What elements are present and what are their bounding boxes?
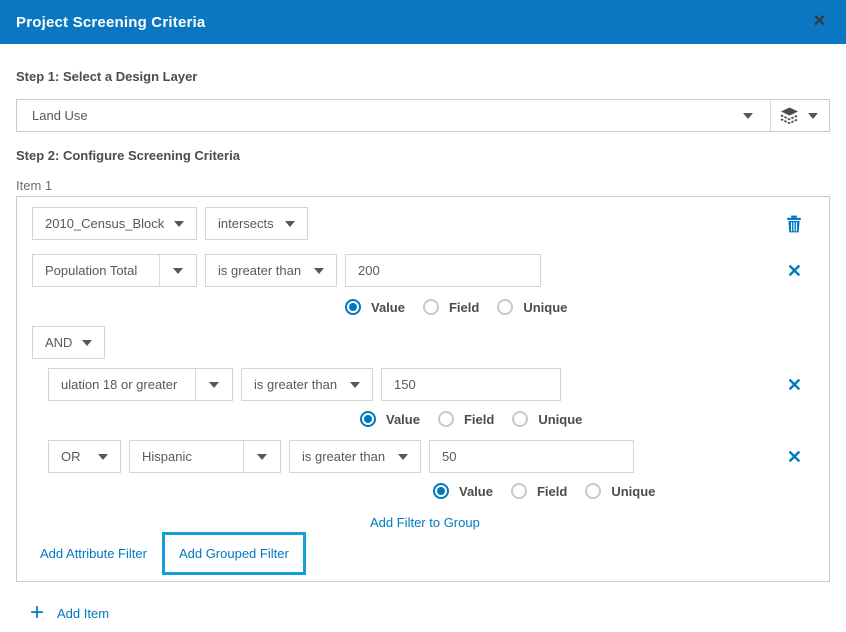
item1-panel: 2010_Census_Blocks intersects [16, 196, 830, 582]
radio-selected-icon [433, 483, 449, 499]
design-layer-select[interactable]: Land Use [16, 99, 830, 132]
radio-value[interactable]: Value [360, 411, 420, 427]
add-grouped-filter-link[interactable]: Add Grouped Filter [179, 546, 289, 561]
radio-field[interactable]: Field [511, 483, 567, 499]
remove-filter3-button[interactable]: ✕ [787, 448, 802, 466]
step1-label: Step 1: Select a Design Layer [16, 70, 830, 84]
filter-actions-row: Add Attribute Filter Add Grouped Filter [32, 530, 814, 577]
filter3-value-input[interactable] [429, 440, 634, 473]
chevron-down-icon [350, 382, 360, 388]
radio-value[interactable]: Value [433, 483, 493, 499]
project-screening-dialog: Project Screening Criteria ✕ Step 1: Sel… [0, 0, 846, 622]
logic2-dropdown[interactable]: OR [48, 440, 121, 473]
close-icon: ✕ [787, 376, 802, 394]
filter1-row: Population Total is greater than ✕ [32, 254, 814, 287]
chevron-down-icon [174, 221, 184, 227]
radio-unique[interactable]: Unique [512, 411, 582, 427]
layer-dropdown-value: 2010_Census_Blocks [45, 216, 164, 231]
filter1-operator-dropdown[interactable]: is greater than [205, 254, 337, 287]
filter1-operator-value: is greater than [218, 263, 304, 278]
filter1-field-dropdown[interactable]: Population Total [32, 254, 197, 287]
remove-filter1-button[interactable]: ✕ [787, 262, 802, 280]
filter2-value-input[interactable] [381, 368, 561, 401]
add-grouped-filter-highlight-box: Add Grouped Filter [162, 532, 306, 575]
dialog-header: Project Screening Criteria ✕ [0, 0, 846, 44]
logic2-value: OR [61, 449, 88, 464]
logic1-row: AND [32, 326, 814, 359]
add-attribute-filter-link[interactable]: Add Attribute Filter [40, 546, 147, 561]
filter2-row: ulation 18 or greater is greater than ✕ [32, 368, 814, 401]
chevron-down-icon [209, 382, 219, 388]
filter3-mode-radios: Value Field Unique [32, 483, 814, 499]
add-item-label: Add Item [57, 606, 109, 621]
radio-value[interactable]: Value [345, 299, 405, 315]
filter1-mode-radios: Value Field Unique [32, 299, 814, 315]
filter3-operator-value: is greater than [302, 449, 388, 464]
dropdown-caret-button[interactable] [243, 441, 280, 472]
radio-field[interactable]: Field [438, 411, 494, 427]
plus-icon: + [30, 604, 44, 622]
close-icon: ✕ [787, 262, 802, 280]
logic1-dropdown[interactable]: AND [32, 326, 105, 359]
close-icon[interactable]: ✕ [811, 12, 828, 32]
chevron-down-icon [257, 454, 267, 460]
chevron-down-icon [398, 454, 408, 460]
filter1-value-input[interactable] [345, 254, 541, 287]
spatial-filter-row: 2010_Census_Blocks intersects [32, 207, 814, 240]
radio-selected-icon [345, 299, 361, 315]
filter2-mode-radios: Value Field Unique [32, 411, 814, 427]
step2-label: Step 2: Configure Screening Criteria [16, 149, 830, 163]
filter2-field-dropdown[interactable]: ulation 18 or greater [48, 368, 233, 401]
radio-unselected-icon [438, 411, 454, 427]
filter2-operator-dropdown[interactable]: is greater than [241, 368, 373, 401]
delete-item-button[interactable] [786, 215, 802, 233]
trash-icon [786, 215, 802, 233]
remove-filter2-button[interactable]: ✕ [787, 376, 802, 394]
radio-unselected-icon [585, 483, 601, 499]
chevron-down-icon [98, 454, 108, 460]
spatial-operator-value: intersects [218, 216, 275, 231]
add-filter-to-group-link[interactable]: Add Filter to Group [370, 515, 480, 530]
filter2-operator-value: is greater than [254, 377, 340, 392]
filter3-field-dropdown[interactable]: Hispanic [129, 440, 281, 473]
filter3-field-value: Hispanic [142, 449, 233, 464]
spatial-operator-dropdown[interactable]: intersects [205, 207, 308, 240]
filter1-field-value: Population Total [45, 263, 149, 278]
chevron-down-icon [173, 268, 183, 274]
chevron-down-icon [808, 113, 818, 119]
logic1-value: AND [45, 335, 72, 350]
filter3-row: OR Hispanic is greater than ✕ [32, 440, 814, 473]
radio-unique[interactable]: Unique [585, 483, 655, 499]
chevron-down-icon [743, 113, 753, 119]
radio-unselected-icon [511, 483, 527, 499]
radio-unselected-icon [512, 411, 528, 427]
dropdown-caret-button[interactable] [159, 255, 196, 286]
design-layer-value: Land Use [17, 108, 743, 123]
filter3-operator-dropdown[interactable]: is greater than [289, 440, 421, 473]
radio-unselected-icon [497, 299, 513, 315]
radio-unselected-icon [423, 299, 439, 315]
chevron-down-icon [285, 221, 295, 227]
close-icon: ✕ [787, 448, 802, 466]
radio-selected-icon [360, 411, 376, 427]
dialog-title: Project Screening Criteria [16, 14, 811, 31]
layer-dropdown[interactable]: 2010_Census_Blocks [32, 207, 197, 240]
radio-unique[interactable]: Unique [497, 299, 567, 315]
filter2-field-value: ulation 18 or greater [61, 377, 185, 392]
radio-field[interactable]: Field [423, 299, 479, 315]
layers-icon [780, 107, 799, 124]
dropdown-caret-button[interactable] [195, 369, 232, 400]
add-filter-to-group-row: Add Filter to Group [32, 514, 814, 530]
add-item-button[interactable]: + Add Item [30, 604, 109, 622]
chevron-down-icon [314, 268, 324, 274]
chevron-down-icon [82, 340, 92, 346]
item1-label: Item 1 [16, 179, 830, 193]
layer-options-button[interactable] [770, 100, 829, 131]
